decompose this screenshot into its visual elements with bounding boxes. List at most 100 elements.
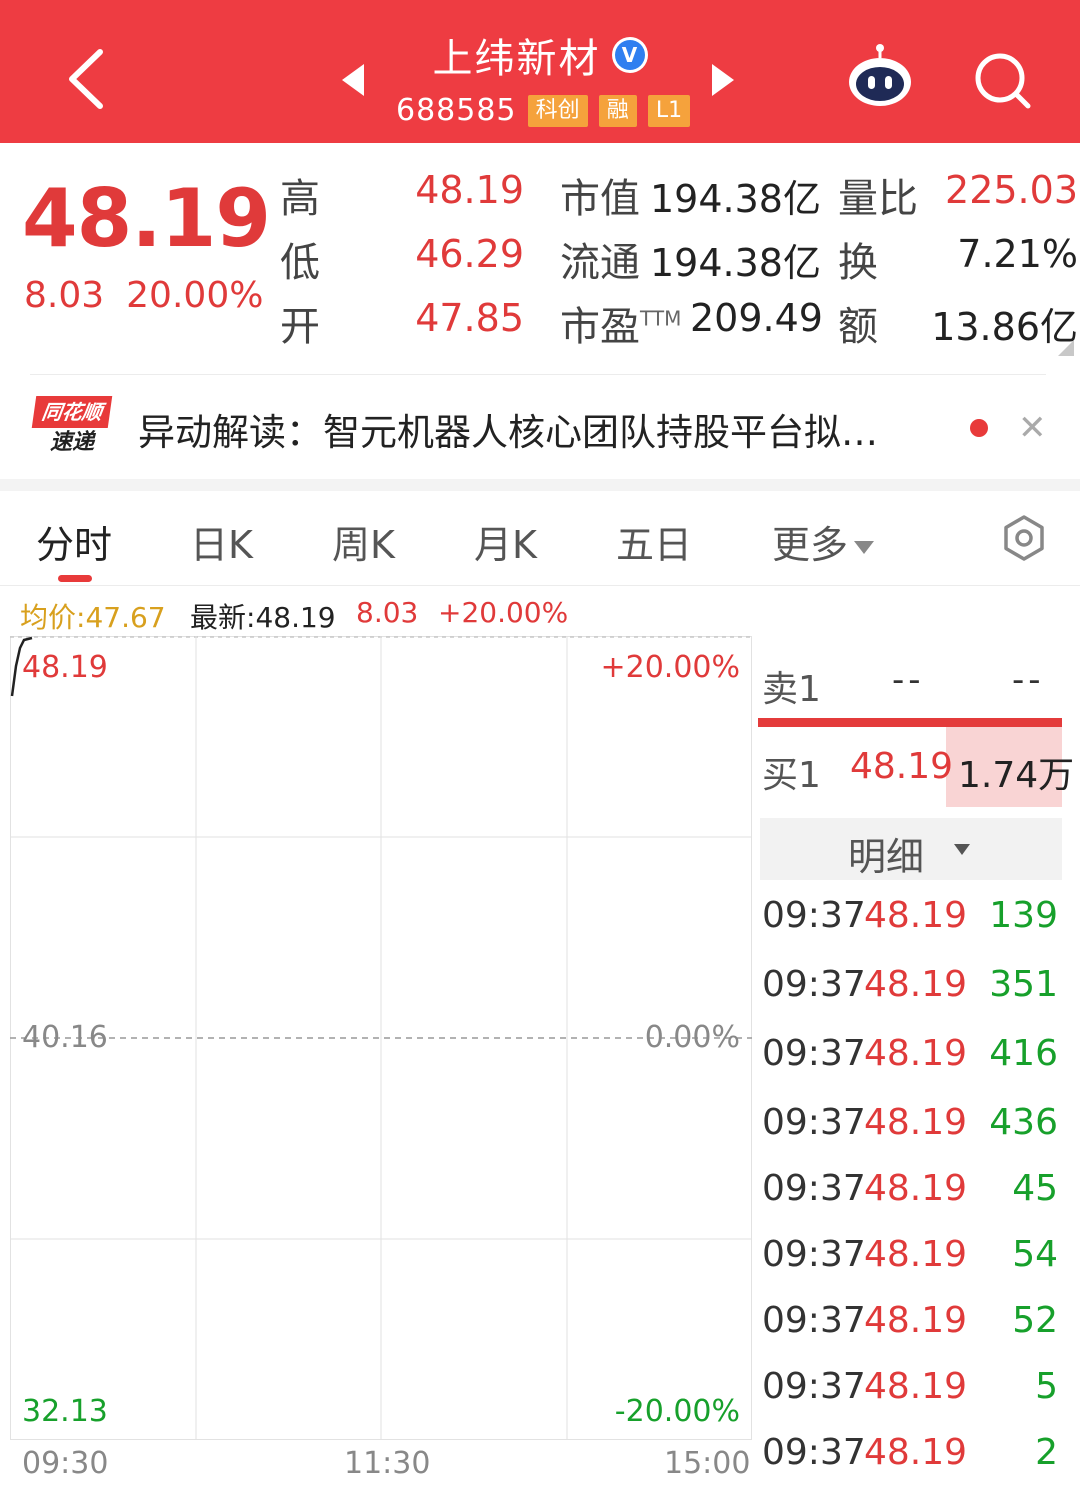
trade-price: 48.19 (864, 1102, 968, 1143)
trade-price: 48.19 (864, 1300, 968, 1341)
news-headline[interactable]: 异动解读：智元机器人核心团队持股平台拟… (138, 402, 938, 456)
stock-title[interactable]: 上纬新材 V (380, 26, 700, 84)
header-bar: 上纬新材 V 688585 科创 融 L1 (0, 0, 1080, 143)
pct-label-bottom: -20.00% (614, 1394, 740, 1429)
chevron-down-icon (954, 844, 970, 855)
trade-volume: 351 (989, 964, 1058, 1005)
active-tab-indicator (58, 575, 92, 582)
trade-volume: 52 (1012, 1300, 1058, 1341)
tab-daily-k[interactable]: 日K (190, 514, 253, 569)
intraday-chart[interactable] (10, 636, 752, 1440)
amount-label: 额 (838, 304, 878, 350)
sell1-volume: -- (1012, 660, 1045, 700)
prev-stock-icon[interactable] (338, 62, 368, 98)
open-value: 47.85 (415, 296, 524, 340)
pe-label: 市盈TTM (560, 304, 682, 350)
expand-corner-icon[interactable] (1058, 340, 1074, 356)
divider (30, 374, 1046, 375)
buy1-label: 买1 (762, 755, 821, 796)
trade-price: 48.19 (864, 895, 968, 936)
settings-icon[interactable] (1000, 514, 1048, 562)
back-arrow-icon[interactable] (60, 44, 120, 114)
turnover-label: 换 (838, 240, 878, 286)
volume-ratio-label: 量比 (838, 176, 918, 222)
trade-volume: 436 (989, 1102, 1058, 1143)
market-cap-label: 市值 (560, 176, 640, 222)
trade-volume: 139 (989, 895, 1058, 936)
trade-volume: 416 (989, 1033, 1058, 1074)
current-price: 48.19 (22, 172, 271, 265)
high-value: 48.19 (415, 168, 524, 212)
tab-five-day[interactable]: 五日 (616, 514, 692, 569)
next-stock-icon[interactable] (708, 62, 738, 98)
tag-level1: L1 (647, 94, 691, 127)
robot-assistant-icon[interactable] (845, 42, 915, 112)
trade-row: 09:37 48.19 52 (762, 1300, 1062, 1350)
tab-weekly-k[interactable]: 周K (332, 514, 395, 569)
y-label-top: 48.19 (22, 650, 108, 685)
latest-price: 最新:48.19 (190, 601, 336, 634)
trade-time: 09:37 (762, 895, 866, 936)
trade-time: 09:37 (762, 1432, 866, 1473)
low-label: 低 (280, 240, 320, 286)
y-label-mid: 40.16 (22, 1020, 108, 1055)
x-label-noon: 11:30 (344, 1446, 431, 1481)
info-change: 8.03 (356, 596, 419, 629)
trade-row: 09:37 48.19 416 (762, 1033, 1062, 1083)
y-label-bottom: 32.13 (22, 1394, 108, 1429)
trade-price: 48.19 (864, 964, 968, 1005)
trade-price: 48.19 (864, 1033, 968, 1074)
trade-time: 09:37 (762, 1168, 866, 1209)
tab-intraday[interactable]: 分时 (36, 514, 112, 569)
trade-row: 09:37 48.19 45 (762, 1168, 1062, 1218)
trade-row: 09:37 48.19 2 (762, 1432, 1062, 1482)
stock-code-row: 688585 科创 融 L1 (396, 93, 691, 129)
pe-ttm-sup: TTM (640, 306, 682, 331)
trade-row: 09:37 48.19 5 (762, 1366, 1062, 1416)
price-change-row: 8.03 20.00% (24, 275, 263, 316)
price-change-pct: 20.00% (126, 275, 264, 316)
stock-code: 688585 (396, 93, 517, 128)
bid-ask-divider (758, 718, 1062, 727)
trade-row: 09:37 48.19 436 (762, 1102, 1062, 1152)
search-icon[interactable] (970, 48, 1034, 112)
divider (0, 585, 1080, 586)
trade-volume: 5 (1035, 1366, 1058, 1407)
trade-price: 48.19 (864, 1366, 968, 1407)
amount-value: 13.86亿 (931, 305, 1078, 349)
trade-volume: 54 (1012, 1234, 1058, 1275)
trade-volume: 45 (1012, 1168, 1058, 1209)
low-value: 46.29 (415, 232, 524, 276)
high-label: 高 (280, 176, 320, 222)
tab-monthly-k[interactable]: 月K (474, 514, 537, 569)
buy1-price: 48.19 (850, 746, 954, 787)
details-dropdown[interactable]: 明细 (760, 818, 1062, 880)
price-change: 8.03 (24, 275, 105, 316)
trade-price: 48.19 (864, 1234, 968, 1275)
volume-ratio-value: 225.03 (945, 168, 1078, 212)
verified-badge-icon: V (611, 37, 648, 73)
avg-price: 均价:47.67 (20, 601, 166, 634)
trade-row: 09:37 48.19 351 (762, 964, 1062, 1014)
pct-label-top: +20.00% (600, 650, 740, 685)
tag-margin: 融 (598, 94, 637, 127)
x-label-open: 09:30 (22, 1446, 109, 1481)
info-change-pct: +20.00% (438, 596, 569, 629)
pct-label-mid: 0.00% (644, 1020, 740, 1055)
news-logo: 同花顺 速递 (31, 396, 114, 460)
trade-price: 48.19 (864, 1168, 968, 1209)
open-label: 开 (280, 304, 320, 350)
sell1-label: 卖1 (762, 669, 821, 710)
tag-star-market: 科创 (527, 94, 588, 127)
trade-time: 09:37 (762, 1366, 866, 1407)
close-icon[interactable]: ✕ (1018, 408, 1047, 448)
trade-row: 09:37 48.19 139 (762, 895, 1062, 945)
sell1-price: -- (892, 660, 925, 700)
unread-dot-icon (970, 419, 988, 437)
trade-time: 09:37 (762, 1033, 866, 1074)
float-cap-value: 194.38亿 (650, 241, 821, 285)
trade-time: 09:37 (762, 1234, 866, 1275)
pe-value: 209.49 (690, 296, 823, 340)
float-cap-label: 流通 (560, 240, 640, 286)
tab-more[interactable]: 更多 (772, 514, 875, 569)
